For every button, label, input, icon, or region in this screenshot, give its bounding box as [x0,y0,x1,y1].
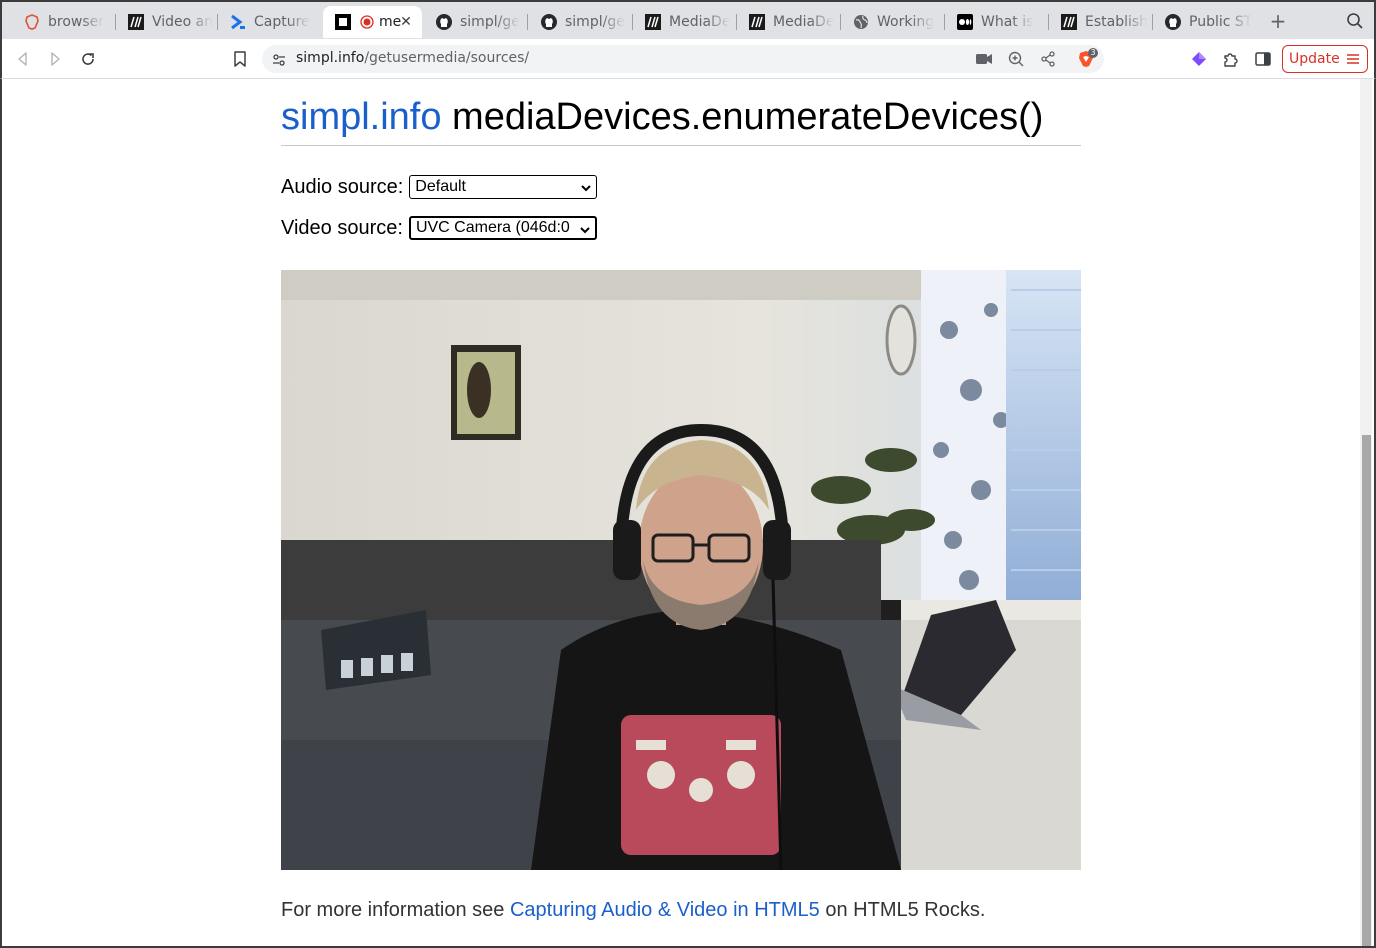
bookmark-icon[interactable] [230,49,250,69]
mdn-icon [749,14,765,30]
tab-title: Working [877,14,935,30]
url-host: simpl.info [296,50,365,66]
simpl-info-link[interactable]: simpl.info [281,96,442,138]
tab-what-is[interactable]: What is [945,6,1049,38]
mdn-icon [1061,14,1077,30]
tab-separator [527,14,528,30]
sidebar-toggle-icon[interactable] [1253,49,1273,69]
capturing-audio-video-link[interactable]: Capturing Audio & Video in HTML5 [510,899,820,921]
page-square-icon [335,14,351,30]
share-icon[interactable] [1040,51,1056,67]
tab-working[interactable]: Working [841,6,945,38]
update-label: Update [1289,51,1340,67]
video-source-label: Video source: [281,216,403,239]
video-source-value: UVC Camera (046d:0 [415,219,570,236]
extensions-puzzle-icon[interactable] [1221,49,1241,69]
shields-count-badge: 3 [1088,48,1098,58]
tab-title: simpl/ge [565,14,625,30]
page-title-text: mediaDevices.enumerateDevices() [441,96,1044,138]
mdn-icon [128,14,144,30]
tab-mediadevices-mdn-1[interactable]: MediaDe [633,6,737,38]
tab-title: simpl/ge [460,14,520,30]
tab-browser[interactable]: browser [12,6,116,38]
site-info-icon[interactable] [272,52,286,66]
tab-search-icon[interactable] [1346,12,1364,30]
medium-icon [957,14,973,30]
globe-icon [853,14,869,30]
tab-establish[interactable]: Establish [1049,6,1153,38]
more-info-text-after: on HTML5 Rocks. [819,899,986,921]
github-icon [436,14,452,30]
tab-title: MediaDe [773,14,835,30]
tab-title: Public ST [1189,14,1253,30]
more-info-text-before: For more information see [281,899,510,921]
hamburger-menu-icon [1346,52,1360,66]
tab-simpl-github-1[interactable]: simpl/ge [424,6,528,38]
forward-button[interactable] [45,49,65,69]
tab-title: MediaDe [669,14,731,30]
audio-source-select[interactable]: Default [409,175,598,199]
tab-mediadevices-mdn-2[interactable]: MediaDe [737,6,841,38]
tab-title: Video an [152,14,214,30]
audio-source-value: Default [415,178,466,195]
update-button[interactable]: Update [1282,45,1368,73]
brave-shields-icon[interactable]: 3 [1076,48,1098,68]
address-bar[interactable]: simpl.info/getusermedia/sources/ 3 [262,45,1104,73]
more-info-paragraph: For more information see Capturing Audio… [281,899,985,922]
github-icon [1165,14,1181,30]
brave-rewards-icon[interactable] [1189,49,1209,69]
recording-icon [359,14,375,30]
scrollbar-thumb[interactable] [1362,435,1371,946]
chevron-app-icon [230,14,246,30]
title-divider [281,145,1081,146]
github-icon [541,14,557,30]
zoom-icon[interactable] [1008,51,1024,67]
close-tab-icon[interactable]: ✕ [398,14,414,30]
camera-in-use-icon[interactable] [976,51,992,67]
tab-public-st[interactable]: Public ST [1153,6,1257,38]
chevron-down-icon [580,181,593,193]
new-tab-button[interactable]: + [1268,11,1288,31]
url-text: simpl.info/getusermedia/sources/ [296,50,529,66]
audio-source-label: Audio source: [281,175,404,198]
tab-simpl-github-2[interactable]: simpl/ge [529,6,633,38]
video-source-select[interactable]: UVC Camera (046d:0 [408,216,597,240]
reload-button[interactable] [78,49,98,69]
url-path: /getusermedia/sources/ [364,50,530,66]
vertical-scrollbar[interactable] [1360,79,1372,946]
tab-video-and-audio[interactable]: Video an [116,6,218,38]
tab-strip: browser Video an Capture me ✕ simpl/ge s… [0,0,1376,39]
page-viewport: simpl.info mediaDevices.enumerateDevices… [0,79,1376,948]
tab-title: Establish [1085,14,1149,30]
brave-lion-icon [24,14,40,30]
tab-title: browser [48,14,105,30]
page-title: simpl.info mediaDevices.enumerateDevices… [281,95,1043,139]
audio-source-row: Audio source: Default [281,175,598,199]
chevron-down-icon [578,223,591,235]
tab-title: What is [981,14,1034,30]
tab-title: Capture [254,14,310,30]
mdn-icon [645,14,661,30]
browser-toolbar: simpl.info/getusermedia/sources/ 3 Updat… [0,39,1376,79]
back-button[interactable] [13,49,33,69]
camera-video-preview[interactable] [281,270,1081,870]
webcam-frame-image [281,270,1081,870]
tab-capture[interactable]: Capture [218,6,322,38]
video-source-row: Video source: UVC Camera (046d:0 [281,216,597,240]
tab-active-mediadevices[interactable]: me ✕ [323,6,422,38]
